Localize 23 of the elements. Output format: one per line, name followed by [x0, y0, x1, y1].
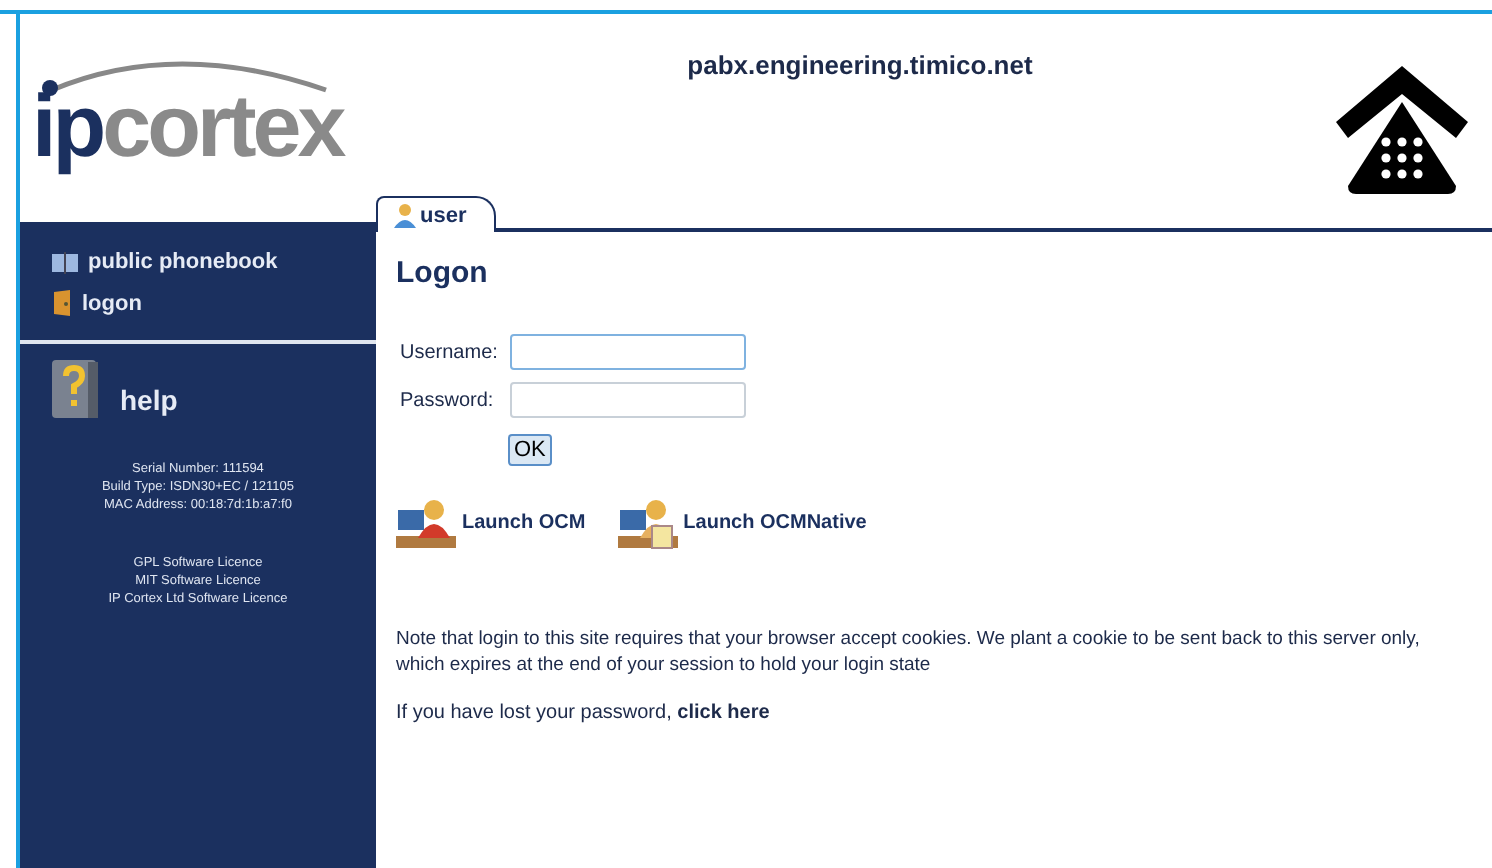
- tab[interactable]: user: [376, 196, 497, 232]
- field-label: Username:: [400, 341, 500, 363]
- hostname: pabx.engineering.timico.net: [685, 50, 1035, 80]
- field-label: Password:: [400, 389, 496, 411]
- door-icon: [52, 290, 72, 316]
- ok-button[interactable]: OK: [508, 434, 552, 466]
- input-field[interactable]: [510, 334, 746, 370]
- input-field[interactable]: [510, 382, 746, 418]
- launch-link[interactable]: Launch OCM: [396, 494, 586, 550]
- click-here-link[interactable]: click here: [677, 702, 770, 724]
- nav-link[interactable]: public phonebook: [52, 250, 376, 274]
- cookie-note: Note that login to this site requires that your browser accept cookies. We plant a cookie to be sent back to this server only, which expires at the end of your session to hold your login state: [396, 626, 1422, 678]
- book-icon: [52, 251, 78, 273]
- operator-at-computer-icon: [396, 494, 456, 550]
- logo: ipcortex: [32, 78, 346, 178]
- lost-password-text: If you have lost your password, click here: [396, 702, 772, 724]
- help-link[interactable]: help: [120, 384, 178, 416]
- launch-link[interactable]: Launch OCMNative: [617, 494, 867, 550]
- operator-with-document-icon: [617, 494, 678, 550]
- nav-link[interactable]: logon: [52, 290, 376, 316]
- help-book-icon: [52, 360, 100, 420]
- user-icon: [394, 202, 416, 228]
- page-title: Logon: [396, 256, 490, 290]
